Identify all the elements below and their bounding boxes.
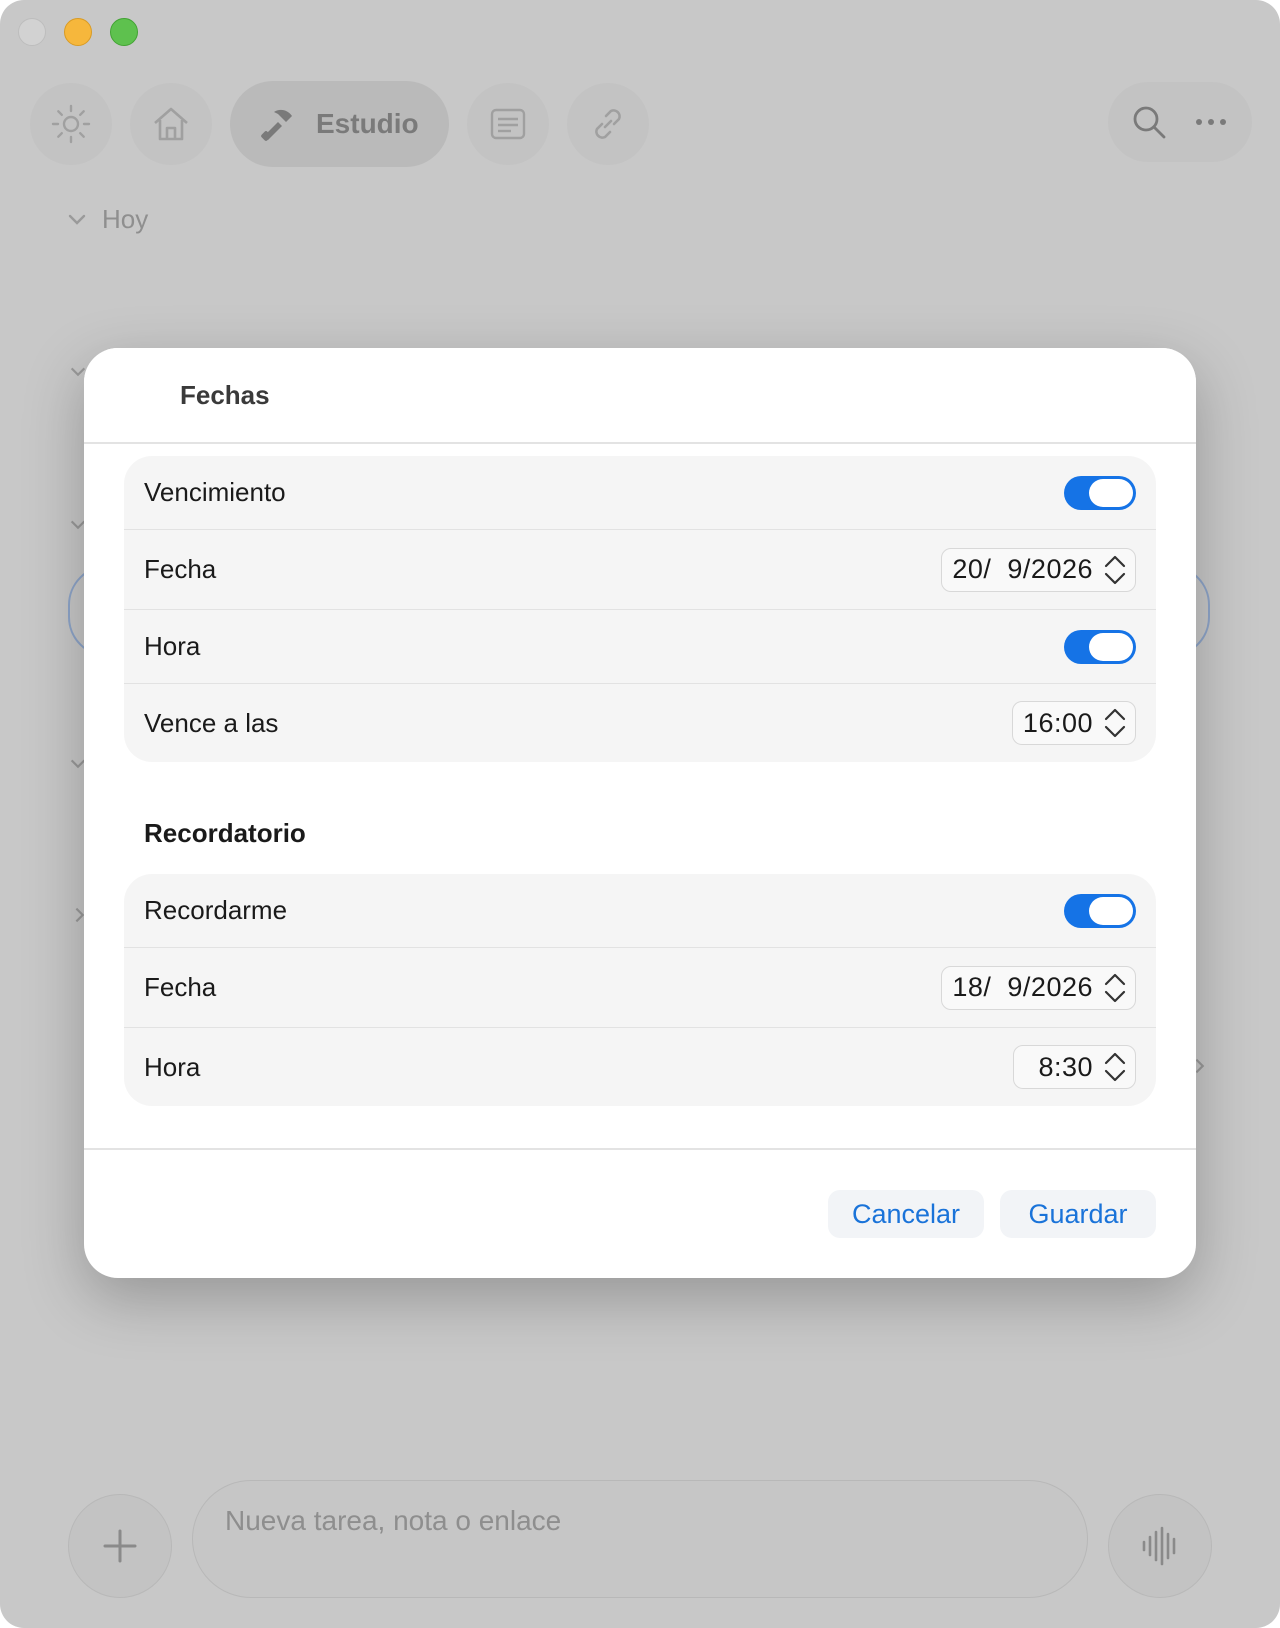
save-button[interactable]: Guardar <box>1000 1190 1156 1238</box>
voice-input-button[interactable] <box>1108 1494 1212 1598</box>
app-window: Estudio Hoy Nueva tarea, nota o enlace F… <box>0 0 1280 1628</box>
toolbar: Estudio <box>30 80 1252 168</box>
home-tab[interactable] <box>130 83 212 165</box>
time-toggle-row: Hora <box>124 610 1156 684</box>
reminder-time-row: Hora 8:30 <box>124 1028 1156 1106</box>
dialog-header: Fechas <box>84 348 1196 444</box>
dates-dialog: Fechas Vencimiento Fecha 20/ 9/2026 Hora <box>84 348 1196 1278</box>
today-section-header[interactable]: Hoy <box>66 204 148 235</box>
home-icon <box>154 107 188 141</box>
remind-label: Recordarme <box>144 895 288 925</box>
reminder-date-picker[interactable]: 18/ 9/2026 <box>941 965 1136 1010</box>
due-time-value: 16:00 <box>1022 707 1093 738</box>
reminder-date-value: 18/ 9/2026 <box>952 972 1093 1002</box>
stepper-arrows-icon[interactable] <box>1101 704 1129 742</box>
new-item-placeholder: Nueva tarea, nota o enlace <box>225 1505 562 1536</box>
window-controls <box>18 18 138 46</box>
reminder-date-row: Fecha 18/ 9/2026 <box>124 948 1156 1028</box>
new-item-input[interactable]: Nueva tarea, nota o enlace <box>192 1480 1088 1598</box>
time-toggle[interactable] <box>1064 629 1136 664</box>
due-time-label: Vence a las <box>144 707 279 738</box>
zoom-window-button[interactable] <box>110 18 138 46</box>
tab-estudio[interactable]: Estudio <box>230 81 449 167</box>
reminder-group: Recordarme Fecha 18/ 9/2026 Hora 8:30 <box>124 874 1156 1106</box>
reminder-time-picker[interactable]: 8:30 <box>1013 1045 1136 1089</box>
time-toggle-label: Hora <box>144 631 201 661</box>
stepper-arrows-icon[interactable] <box>1101 551 1129 589</box>
cancel-button[interactable]: Cancelar <box>828 1190 984 1238</box>
stepper-arrows-icon[interactable] <box>1101 969 1129 1007</box>
due-group: Vencimiento Fecha 20/ 9/2026 Hora Vence … <box>124 456 1156 762</box>
today-label: Hoy <box>102 204 149 234</box>
toolbar-right-group <box>1108 82 1252 162</box>
stepper-arrows-icon[interactable] <box>1101 1048 1129 1086</box>
dialog-title: Fechas <box>180 379 270 410</box>
sun-icon <box>51 104 91 144</box>
due-time-picker[interactable]: 16:00 <box>1011 701 1136 745</box>
due-date-value: 20/ 9/2026 <box>952 554 1093 584</box>
remind-toggle[interactable] <box>1064 893 1136 928</box>
due-row: Vencimiento <box>124 456 1156 530</box>
plus-icon <box>103 1529 137 1563</box>
search-icon[interactable] <box>1129 102 1169 142</box>
notes-tab[interactable] <box>466 83 549 165</box>
minimize-window-button[interactable] <box>64 18 92 46</box>
due-time-row: Vence a las 16:00 <box>124 684 1156 762</box>
theme-button[interactable] <box>30 83 112 165</box>
tab-estudio-label: Estudio <box>316 108 419 139</box>
due-toggle[interactable] <box>1064 475 1136 510</box>
hammer-icon <box>261 109 292 141</box>
due-date-label: Fecha <box>144 554 217 584</box>
add-button[interactable] <box>68 1494 172 1598</box>
links-tab[interactable] <box>566 83 649 165</box>
due-date-row: Fecha 20/ 9/2026 <box>124 530 1156 610</box>
notes-icon <box>490 108 525 140</box>
waveform-icon <box>1142 1526 1176 1566</box>
remind-row: Recordarme <box>124 874 1156 948</box>
due-label: Vencimiento <box>144 477 286 507</box>
more-icon[interactable] <box>1191 102 1231 142</box>
due-date-picker[interactable]: 20/ 9/2026 <box>941 547 1136 592</box>
close-window-button[interactable] <box>18 18 46 46</box>
reminder-section-title: Recordatorio <box>144 818 306 848</box>
dialog-footer: Cancelar Guardar <box>84 1148 1196 1278</box>
link-icon <box>594 109 621 139</box>
reminder-date-label: Fecha <box>144 972 217 1002</box>
reminder-time-label: Hora <box>144 1051 201 1082</box>
chevron-down-icon <box>68 214 86 225</box>
reminder-time-value: 8:30 <box>1038 1051 1093 1082</box>
